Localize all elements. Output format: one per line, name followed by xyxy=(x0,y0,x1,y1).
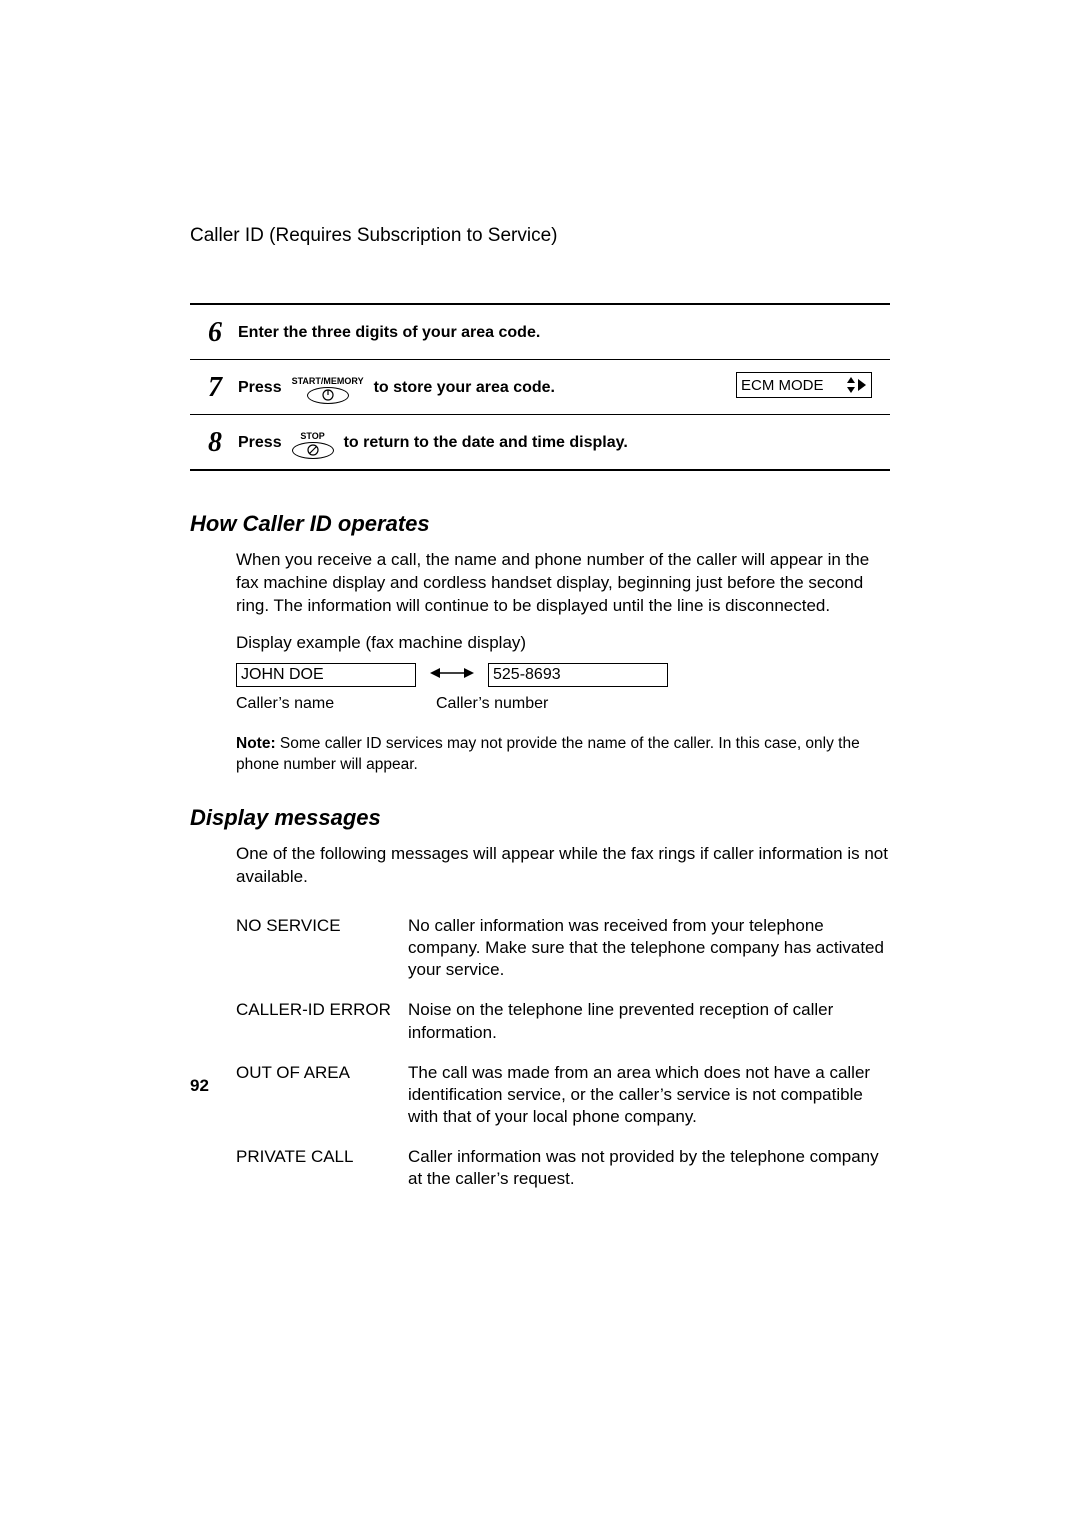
message-description: The call was made from an area which doe… xyxy=(408,1062,890,1128)
message-description: Noise on the telephone line prevented re… xyxy=(408,999,890,1043)
step-post-text: to return to the date and time display. xyxy=(344,434,628,452)
step-body: Press STOP to return to the date and tim… xyxy=(238,430,628,457)
button-oval xyxy=(292,442,334,459)
lcd-text: ECM MODE xyxy=(741,377,824,394)
steps-list: 6 Enter the three digits of your area co… xyxy=(190,303,890,471)
caller-id-note: Note: Some caller ID services may not pr… xyxy=(236,734,890,775)
section-title-display-messages: Display messages xyxy=(190,805,890,831)
page-number: 92 xyxy=(190,1076,209,1096)
step-number: 6 xyxy=(208,319,238,347)
section-caller-id: When you receive a call, the name and ph… xyxy=(236,549,890,775)
display-example-row: JOHN DOE 525-8693 xyxy=(236,663,890,687)
message-description: No caller information was received from … xyxy=(408,915,890,981)
double-arrow-icon xyxy=(430,663,474,686)
message-label: OUT OF AREA xyxy=(236,1062,408,1128)
message-label: CALLER-ID ERROR xyxy=(236,999,408,1043)
step-row: 8Press STOP to return to the date and ti… xyxy=(190,414,890,469)
step-post-text: Enter the three digits of your area code… xyxy=(238,324,540,342)
display-captions: Caller’s name Caller’s number xyxy=(236,693,890,715)
message-description: Caller information was not provided by t… xyxy=(408,1146,890,1190)
message-row: OUT OF AREAThe call was made from an are… xyxy=(236,1062,890,1128)
step-pre-text: Press xyxy=(238,379,282,397)
stop-button-icon: STOP xyxy=(292,432,334,459)
caption-name: Caller’s name xyxy=(236,693,436,715)
page-content: Caller ID (Requires Subscription to Serv… xyxy=(190,225,890,1208)
caller-id-paragraph: When you receive a call, the name and ph… xyxy=(236,549,890,618)
section-display-messages: One of the following messages will appea… xyxy=(236,843,890,1190)
lcd-display: ECM MODE xyxy=(736,372,872,398)
message-label: NO SERVICE xyxy=(236,915,408,981)
display-messages-intro: One of the following messages will appea… xyxy=(236,843,890,889)
start-memory-button-icon: START/MEMORY xyxy=(292,377,364,404)
step-body: Enter the three digits of your area code… xyxy=(238,324,540,342)
message-row: CALLER-ID ERRORNoise on the telephone li… xyxy=(236,999,890,1043)
display-caller-number: 525-8693 xyxy=(488,663,668,687)
page-header: Caller ID (Requires Subscription to Serv… xyxy=(190,225,890,247)
display-caller-name: JOHN DOE xyxy=(236,663,416,687)
step-pre-text: Press xyxy=(238,434,282,452)
messages-table: NO SERVICENo caller information was rece… xyxy=(236,915,890,1190)
note-label: Note: xyxy=(236,735,276,752)
section-title-caller-id: How Caller ID operates xyxy=(190,511,890,537)
step-post-text: to store your area code. xyxy=(374,379,555,397)
lcd-arrows-icon xyxy=(846,376,867,394)
message-row: NO SERVICENo caller information was rece… xyxy=(236,915,890,981)
caption-number: Caller’s number xyxy=(436,693,606,715)
button-label: STOP xyxy=(300,432,324,441)
button-label: START/MEMORY xyxy=(292,377,364,386)
step-row: 7Press START/MEMORY to store your area c… xyxy=(190,359,890,414)
step-number: 8 xyxy=(208,429,238,457)
note-body: Some caller ID services may not provide … xyxy=(236,735,860,772)
step-number: 7 xyxy=(208,374,238,402)
message-label: PRIVATE CALL xyxy=(236,1146,408,1190)
step-body: Press START/MEMORY to store your area co… xyxy=(238,375,555,402)
display-example-label: Display example (fax machine display) xyxy=(236,632,890,655)
button-oval xyxy=(307,387,349,404)
step-row: 6 Enter the three digits of your area co… xyxy=(190,305,890,359)
message-row: PRIVATE CALLCaller information was not p… xyxy=(236,1146,890,1190)
